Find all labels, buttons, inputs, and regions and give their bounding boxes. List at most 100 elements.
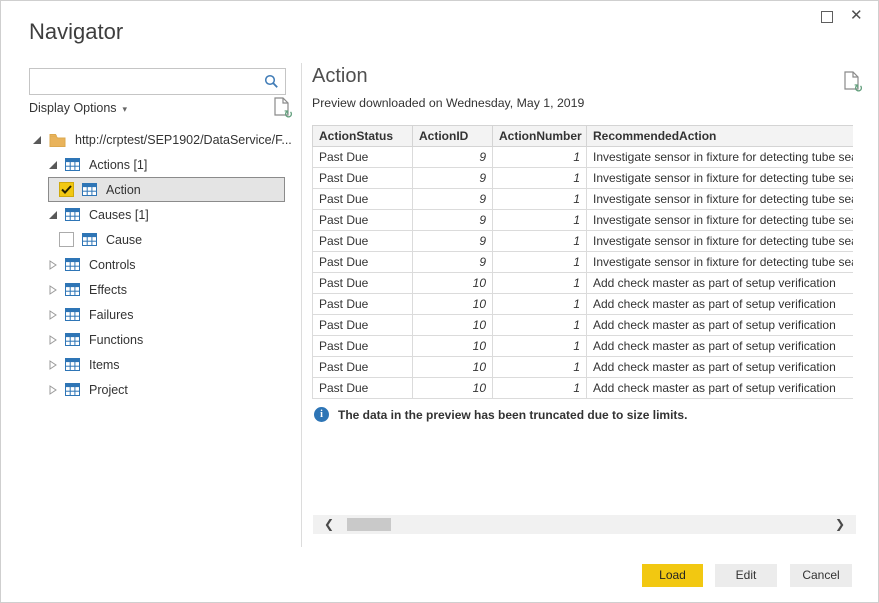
horizontal-scrollbar[interactable]: ❮ ❯ (313, 515, 856, 534)
tree-item-failures[interactable]: Failures (21, 302, 297, 327)
folder-icon (49, 133, 66, 147)
table-icon (82, 233, 97, 246)
scrollbar-thumb[interactable] (347, 518, 391, 531)
scroll-right-icon[interactable]: ❯ (835, 516, 845, 533)
info-icon: i (314, 407, 329, 422)
tree-collapse-icon[interactable] (48, 210, 58, 220)
table-cell: 1 (493, 252, 587, 273)
table-cell: Past Due (313, 336, 413, 357)
tree-expand-icon[interactable] (48, 360, 58, 370)
tree-checkbox-action[interactable] (59, 182, 74, 197)
search-box[interactable] (29, 68, 286, 95)
table-cell: 1 (493, 210, 587, 231)
table-cell: Add check master as part of setup verifi… (587, 315, 854, 336)
truncation-message: The data in the preview has been truncat… (338, 408, 687, 422)
table-cell: Investigate sensor in fixture for detect… (587, 210, 854, 231)
tree-item-label: Causes [1] (89, 208, 149, 222)
chevron-down-icon: ▾ (123, 104, 128, 114)
table-cell: Investigate sensor in fixture for detect… (587, 252, 854, 273)
table-icon (65, 308, 80, 321)
tree-checkbox-cause[interactable] (59, 232, 74, 247)
load-button[interactable]: Load (642, 564, 703, 587)
table-row: Past Due91Investigate sensor in fixture … (313, 189, 854, 210)
column-header-actionid: ActionID (413, 126, 493, 147)
column-header-actionnumber: ActionNumber (493, 126, 587, 147)
table-row: Past Due101Add check master as part of s… (313, 357, 854, 378)
tree-expand-icon[interactable] (48, 285, 58, 295)
preview-subtitle: Preview downloaded on Wednesday, May 1, … (312, 96, 584, 110)
table-row: Past Due101Add check master as part of s… (313, 294, 854, 315)
column-header-actionstatus: ActionStatus (313, 126, 413, 147)
table-cell: 1 (493, 231, 587, 252)
tree-expand-icon[interactable] (48, 310, 58, 320)
table-icon (82, 183, 97, 196)
table-cell: Add check master as part of setup verifi… (587, 378, 854, 399)
display-options-dropdown[interactable]: Display Options▾ (29, 101, 127, 115)
tree-item-controls[interactable]: Controls (21, 252, 297, 277)
refresh-preview-icon[interactable]: ↻ (844, 71, 861, 92)
table-cell: 9 (413, 189, 493, 210)
table-cell: Investigate sensor in fixture for detect… (587, 147, 854, 168)
tree-item-label: Functions (89, 333, 143, 347)
preview-table: ActionStatusActionIDActionNumberRecommen… (312, 125, 853, 399)
cancel-button[interactable]: Cancel (790, 564, 852, 587)
tree-collapse-icon[interactable] (32, 135, 42, 145)
table-cell: Past Due (313, 189, 413, 210)
table-cell: 9 (413, 252, 493, 273)
table-icon (65, 283, 80, 296)
table-cell: 10 (413, 357, 493, 378)
table-cell: 10 (413, 315, 493, 336)
table-row: Past Due91Investigate sensor in fixture … (313, 252, 854, 273)
tree-expand-icon[interactable] (48, 260, 58, 270)
table-row: Past Due91Investigate sensor in fixture … (313, 210, 854, 231)
scroll-left-icon[interactable]: ❮ (324, 516, 334, 533)
tree-item-label: Actions [1] (89, 158, 147, 172)
table-cell: 10 (413, 294, 493, 315)
table-cell: 9 (413, 168, 493, 189)
table-cell: 1 (493, 357, 587, 378)
tree-item-functions[interactable]: Functions (21, 327, 297, 352)
maximize-icon[interactable] (821, 11, 833, 23)
edit-button[interactable]: Edit (715, 564, 777, 587)
tree-item-items[interactable]: Items (21, 352, 297, 377)
table-icon (65, 333, 80, 346)
tree-expand-icon[interactable] (48, 335, 58, 345)
tree-item-cause[interactable]: Cause (48, 227, 285, 252)
table-cell: 9 (413, 210, 493, 231)
table-cell: Investigate sensor in fixture for detect… (587, 189, 854, 210)
table-cell: 1 (493, 147, 587, 168)
tree-item-label: http://crptest/SEP1902/DataService/F... (75, 133, 292, 147)
tree-item-project[interactable]: Project (21, 377, 297, 402)
tree-item-http-crptest-sep1902-dataservi[interactable]: http://crptest/SEP1902/DataService/F... (21, 127, 297, 152)
table-cell: Past Due (313, 231, 413, 252)
tree-expand-icon[interactable] (48, 385, 58, 395)
table-cell: 1 (493, 315, 587, 336)
tree-item-actions-1[interactable]: Actions [1] (21, 152, 297, 177)
table-cell: Investigate sensor in fixture for detect… (587, 231, 854, 252)
close-icon[interactable]: ✕ (850, 5, 863, 27)
tree-item-causes-1[interactable]: Causes [1] (21, 202, 297, 227)
table-cell: 1 (493, 168, 587, 189)
tree-collapse-icon[interactable] (48, 160, 58, 170)
tree-item-action[interactable]: Action (48, 177, 285, 202)
table-cell: Add check master as part of setup verifi… (587, 336, 854, 357)
table-cell: Add check master as part of setup verifi… (587, 357, 854, 378)
search-input[interactable] (30, 69, 260, 94)
table-cell: Past Due (313, 357, 413, 378)
preview-table-container: ActionStatusActionIDActionNumberRecommen… (312, 125, 853, 400)
tree-item-label: Failures (89, 308, 133, 322)
table-row: Past Due91Investigate sensor in fixture … (313, 168, 854, 189)
search-icon[interactable] (264, 74, 279, 94)
table-cell: Past Due (313, 168, 413, 189)
table-icon (65, 208, 80, 221)
table-cell: Investigate sensor in fixture for detect… (587, 168, 854, 189)
refresh-source-icon[interactable]: ↻ (274, 97, 291, 118)
dialog-title: Navigator (29, 19, 123, 45)
table-cell: Add check master as part of setup verifi… (587, 294, 854, 315)
tree-item-effects[interactable]: Effects (21, 277, 297, 302)
table-cell: Past Due (313, 210, 413, 231)
table-cell: Past Due (313, 252, 413, 273)
tree-item-label: Effects (89, 283, 127, 297)
table-cell: 9 (413, 231, 493, 252)
table-cell: 9 (413, 147, 493, 168)
